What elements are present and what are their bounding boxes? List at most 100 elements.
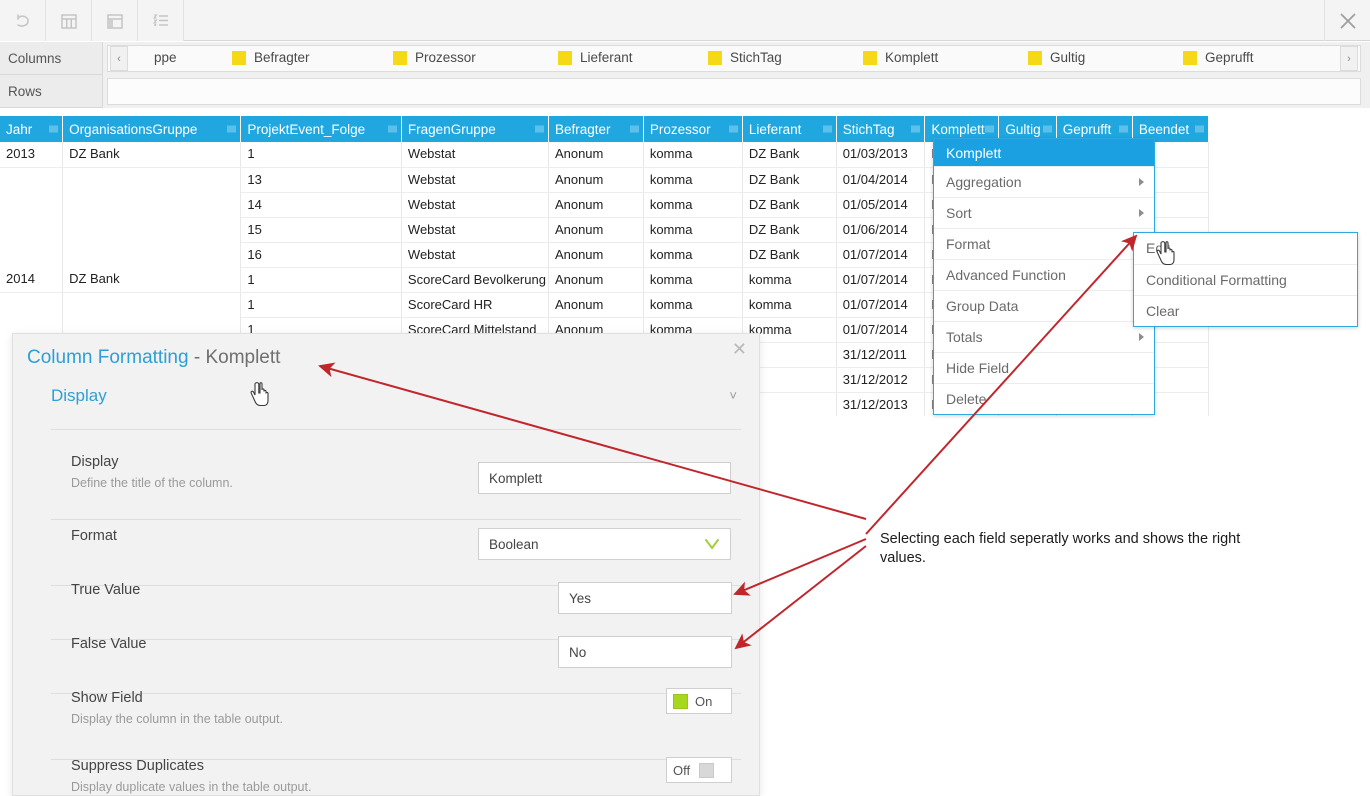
shelf-scroll-left-button[interactable]: ‹: [110, 46, 128, 71]
chevron-right-icon: [1139, 178, 1144, 186]
chevron-right-icon: [1139, 209, 1144, 217]
table-icon: [60, 13, 77, 29]
column-pill-lieferant[interactable]: Lieferant: [558, 50, 633, 65]
field-label: Display: [71, 454, 119, 470]
table-header-lieferant[interactable]: Lieferant: [742, 116, 837, 142]
context-menu-item-delete[interactable]: Delete: [934, 383, 1154, 414]
window-close-button[interactable]: [1324, 0, 1370, 41]
layout-icon: [106, 13, 123, 29]
field-hint: Define the title of the column.: [71, 476, 233, 490]
table-header-stichtag[interactable]: StichTag: [836, 116, 926, 142]
submenu-item-label: Conditional Formatting: [1146, 272, 1287, 288]
table-cell: komma: [643, 217, 743, 243]
chevron-down-icon: [705, 539, 719, 550]
field-control-format[interactable]: Boolean: [478, 528, 731, 560]
toggle-state-label: On: [695, 693, 713, 709]
context-menu-item-totals[interactable]: Totals: [934, 321, 1154, 352]
column-formatting-dialog[interactable]: Column Formatting - Komplett ✕ Display ˅…: [12, 333, 760, 796]
pill-label: ppe: [154, 50, 177, 65]
table-cell: Anonum: [548, 242, 644, 268]
header-menu-icon[interactable]: [728, 125, 738, 133]
context-menu-item-advanced-function[interactable]: Advanced Function: [934, 259, 1154, 290]
column-pill-stichtag[interactable]: StichTag: [708, 50, 782, 65]
table-cell: 01/03/2013: [836, 142, 926, 168]
table-header-label: Geprufft: [1062, 121, 1112, 137]
column-pill-ppe[interactable]: ppe: [150, 50, 177, 65]
field-control-false-value[interactable]: No: [558, 636, 732, 668]
table-cell: 01/07/2014: [836, 317, 926, 343]
pill-color-swatch-icon: [708, 50, 722, 65]
dialog-title-accent: Column Formatting: [27, 347, 189, 368]
column-pill-gultig[interactable]: Gultig: [1028, 50, 1085, 65]
context-menu-item-aggregation[interactable]: Aggregation: [934, 166, 1154, 197]
column-context-menu[interactable]: Komplett Aggregation Sort Format Advanced F…: [933, 138, 1155, 415]
table-header-jahr[interactable]: Jahr: [0, 116, 64, 142]
context-menu-item-hide-field[interactable]: Hide Field: [934, 352, 1154, 383]
list-button[interactable]: [138, 0, 184, 41]
table-cell: DZ Bank: [62, 267, 242, 293]
header-menu-icon[interactable]: [227, 125, 237, 133]
table-header-label: OrganisationsGruppe: [69, 121, 198, 137]
submenu-item-clear[interactable]: Clear: [1134, 295, 1357, 326]
table-cell: 01/04/2014: [836, 167, 926, 193]
columns-shelf-well[interactable]: ‹ ppe Befragter Prozessor Lieferant StichTag…: [107, 45, 1361, 72]
table-button[interactable]: [46, 0, 92, 41]
pill-color-swatch-icon: [1028, 50, 1042, 65]
header-menu-icon[interactable]: [1195, 125, 1204, 133]
field-control-suppress-duplicates[interactable]: Off: [666, 757, 732, 783]
toggle-knob-icon: [673, 693, 688, 709]
column-pill-befragter[interactable]: Befragter: [232, 50, 310, 65]
display-section-header: Display: [51, 386, 107, 405]
context-menu-item-group-data[interactable]: Group Data: [934, 290, 1154, 321]
section-collapse-chevron-icon[interactable]: ˅: [729, 388, 737, 403]
table-header-projektevent_folge[interactable]: ProjektEvent_Folge: [240, 116, 402, 142]
dialog-close-button[interactable]: ✕: [732, 340, 747, 358]
table-cell: Webstat: [401, 192, 549, 218]
field-hint: Display the column in the table output.: [71, 712, 283, 726]
header-menu-icon[interactable]: [911, 125, 921, 133]
rows-shelf-well[interactable]: [107, 78, 1361, 105]
table-cell: ScoreCard HR: [401, 292, 549, 318]
table-cell: komma: [643, 267, 743, 293]
table-cell: 14: [240, 192, 402, 218]
table-header-prozessor[interactable]: Prozessor: [643, 116, 743, 142]
header-menu-icon[interactable]: [49, 125, 59, 133]
column-pill-komplett[interactable]: Komplett: [863, 50, 938, 65]
pill-color-swatch-icon: [232, 50, 246, 65]
table-header-befragter[interactable]: Befragter: [548, 116, 644, 142]
field-control-display[interactable]: Komplett: [478, 462, 731, 494]
shelf-scroll-right-button[interactable]: ›: [1340, 46, 1358, 71]
field-label: True Value: [71, 582, 141, 598]
header-menu-icon[interactable]: [1118, 125, 1128, 133]
header-menu-icon[interactable]: [1042, 125, 1052, 133]
header-menu-icon[interactable]: [822, 125, 832, 133]
layout-button[interactable]: [92, 0, 138, 41]
toggle-state-label: Off: [673, 762, 691, 778]
column-pill-geprufft[interactable]: Geprufft: [1183, 50, 1254, 65]
header-menu-icon[interactable]: [629, 125, 639, 133]
header-menu-icon[interactable]: [534, 125, 544, 133]
column-pill-prozessor[interactable]: Prozessor: [393, 50, 476, 65]
header-menu-icon[interactable]: [985, 125, 995, 133]
context-menu-item-label: Hide Field: [946, 360, 1010, 376]
field-control-show-field[interactable]: On: [666, 688, 732, 714]
table-cell: Webstat: [401, 167, 549, 193]
context-menu-item-sort[interactable]: Sort: [934, 197, 1154, 228]
table-cell: 16: [240, 242, 402, 268]
header-menu-icon[interactable]: [387, 125, 397, 133]
table-header-label: ProjektEvent_Folge: [247, 121, 366, 137]
pill-label: StichTag: [730, 50, 782, 65]
undo-button[interactable]: [0, 0, 46, 41]
table-header-organisationsgruppe[interactable]: OrganisationsGruppe: [62, 116, 242, 142]
table-cell: 1: [240, 292, 402, 318]
field-row-suppress-duplicates: Suppress Duplicates Display duplicate val…: [51, 754, 741, 795]
rows-shelf-label: Rows: [0, 75, 103, 108]
table-cell: [62, 192, 242, 217]
field-control-true-value[interactable]: Yes: [558, 582, 732, 614]
select-value: Boolean: [489, 537, 539, 552]
table-header-fragengruppe[interactable]: FragenGruppe: [401, 116, 549, 142]
table-cell: komma: [643, 167, 743, 193]
table-cell: DZ Bank: [742, 217, 837, 243]
context-menu-item-format[interactable]: Format: [934, 228, 1154, 259]
annotation-note: Selecting each field seperatly works and…: [880, 531, 1241, 566]
